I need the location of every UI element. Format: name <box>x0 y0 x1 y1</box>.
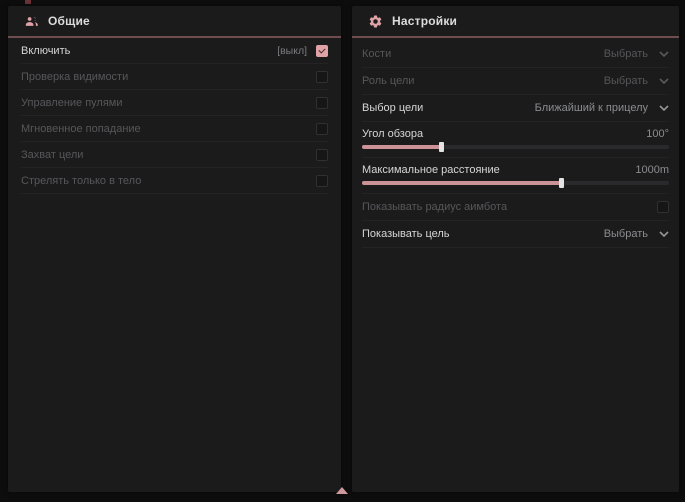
target-selection-dropdown[interactable]: Ближайший к прицелу <box>535 102 669 114</box>
dropdown-value: Ближайший к прицелу <box>535 102 648 114</box>
toggle-label: Мгновенное попадание <box>21 123 141 135</box>
toggle-label: Проверка видимости <box>21 71 128 83</box>
dropdown-label: Роль цели <box>362 75 414 87</box>
dropdown-label: Кости <box>362 48 391 60</box>
slider-fill <box>362 181 562 185</box>
general-rows: Включить [выкл] Проверка видимости Управ… <box>8 38 341 194</box>
panel-general: Общие Включить [выкл] Проверка видимости… <box>8 6 341 492</box>
toggle-row-visibility-check[interactable]: Проверка видимости <box>21 64 328 90</box>
slider-label: Угол обзора <box>362 128 423 140</box>
bones-dropdown[interactable]: Выбрать <box>604 48 669 60</box>
panel-settings: Настройки Кости Выбрать Роль цели Выбрат… <box>352 6 679 492</box>
toggle-row-body-only[interactable]: Стрелять только в тело <box>21 168 328 194</box>
gear-icon <box>368 14 383 29</box>
target-role-dropdown[interactable]: Выбрать <box>604 75 669 87</box>
dropdown-row-bones: Кости Выбрать <box>362 41 669 68</box>
fov-slider[interactable] <box>362 145 669 149</box>
dropdown-value: Выбрать <box>604 228 648 240</box>
toggle-row-instant-hit[interactable]: Мгновенное попадание <box>21 116 328 142</box>
show-target-dropdown[interactable]: Выбрать <box>604 228 669 240</box>
dropdown-value: Выбрать <box>604 48 648 60</box>
toggle-row-bullet-control[interactable]: Управление пулями <box>21 90 328 116</box>
slider-label: Максимальное расстояние <box>362 164 500 176</box>
dropdown-label: Выбор цели <box>362 102 423 114</box>
toggle-label: Захват цели <box>21 149 83 161</box>
settings-rows: Кости Выбрать Роль цели Выбрать Выбор це… <box>352 38 679 248</box>
dropdown-label: Показывать цель <box>362 228 450 240</box>
chevron-down-icon <box>659 51 669 58</box>
chevron-down-icon <box>659 231 669 238</box>
slider-thumb[interactable] <box>559 178 564 188</box>
slider-fill <box>362 145 442 149</box>
panel-title: Настройки <box>392 14 457 28</box>
toggle-row-enable[interactable]: Включить [выкл] <box>21 38 328 64</box>
max-distance-slider[interactable] <box>362 181 669 185</box>
slider-value: 1000m <box>635 164 669 176</box>
checkbox[interactable] <box>316 97 328 109</box>
toggle-label: Управление пулями <box>21 97 123 109</box>
users-icon <box>24 14 39 29</box>
panel-settings-header: Настройки <box>352 6 679 33</box>
slider-row-fov: Угол обзора 100° <box>362 122 669 158</box>
scroll-up-arrow[interactable] <box>336 487 348 494</box>
toggle-label: Показывать радиус аимбота <box>362 201 507 213</box>
toggle-label: Включить <box>21 45 70 57</box>
checkbox[interactable] <box>316 123 328 135</box>
slider-value: 100° <box>646 128 669 140</box>
panel-general-header: Общие <box>8 6 341 33</box>
dropdown-row-target-role: Роль цели Выбрать <box>362 68 669 95</box>
dropdown-row-show-target: Показывать цель Выбрать <box>362 221 669 248</box>
panel-title: Общие <box>48 14 90 28</box>
chevron-down-icon <box>659 105 669 112</box>
checkbox[interactable] <box>316 71 328 83</box>
toggle-row-show-aimbot-radius[interactable]: Показывать радиус аимбота <box>362 194 669 221</box>
checkbox[interactable] <box>657 201 669 213</box>
toggle-label: Стрелять только в тело <box>21 175 141 187</box>
checkbox[interactable] <box>316 175 328 187</box>
toggle-row-target-lock[interactable]: Захват цели <box>21 142 328 168</box>
toggle-state-text: [выкл] <box>277 45 307 57</box>
checkbox[interactable] <box>316 45 328 57</box>
chevron-down-icon <box>659 78 669 85</box>
dropdown-value: Выбрать <box>604 75 648 87</box>
slider-thumb[interactable] <box>439 142 444 152</box>
top-edge-artifact <box>25 0 31 4</box>
slider-row-max-distance: Максимальное расстояние 1000m <box>362 158 669 194</box>
checkbox[interactable] <box>316 149 328 161</box>
dropdown-row-target-selection: Выбор цели Ближайший к прицелу <box>362 95 669 122</box>
